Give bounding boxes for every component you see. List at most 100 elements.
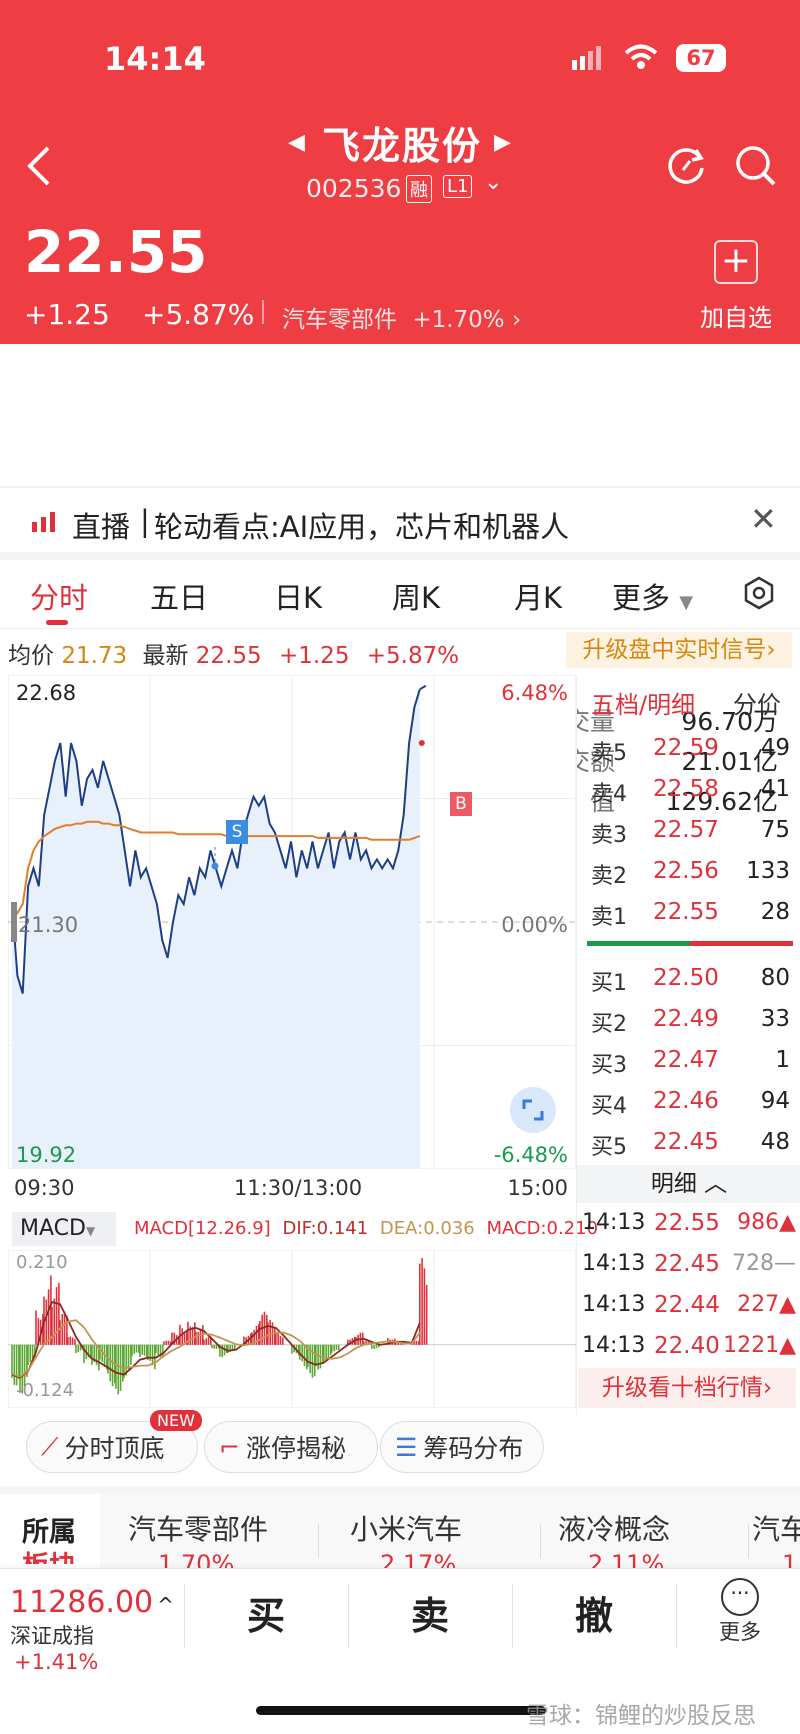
bid-price: 22.49 <box>653 1006 719 1032</box>
pct-base-label: 0.00% <box>501 913 568 937</box>
upgrade-signal-button[interactable]: 升级盘中实时信号› <box>566 632 792 668</box>
limit-up-icon: ⌐ <box>219 1432 240 1462</box>
cancel-order-button[interactable]: 撤 <box>544 1585 644 1640</box>
caret-down-icon: ▼ <box>679 592 694 613</box>
sector-item[interactable]: 小米汽车 2.17% <box>350 1508 462 1568</box>
ask-volume: 75 <box>760 817 790 843</box>
tool-intraday-top-bottom-label: 分时顶底 <box>64 1434 165 1463</box>
buy-button[interactable]: 买 <box>216 1585 316 1640</box>
more-label: 更多 <box>719 1620 761 1644</box>
battery-icon: 67 <box>676 44 726 72</box>
add-watchlist-button[interactable]: + <box>714 240 758 284</box>
search-icon[interactable] <box>734 144 778 192</box>
tool-chip-distribution[interactable]: ☰ 筹码分布 <box>380 1421 544 1473</box>
trade-row: 14:13 22.44 227▲ <box>582 1292 796 1328</box>
intraday-chart[interactable]: 22.68 21.30 19.92 6.48% 0.00% -6.48% S B <box>7 674 577 1170</box>
detail-label: 明细 <box>650 1171 697 1197</box>
bid-price: 22.46 <box>653 1088 719 1114</box>
trade-time: 14:13 <box>582 1292 646 1317</box>
macd-chart-svg <box>7 1249 577 1409</box>
macd-params: MACD[12.26.9] <box>134 1218 271 1239</box>
prev-stock-icon[interactable]: ◀ <box>288 130 305 155</box>
ask-price: 22.55 <box>653 899 719 925</box>
back-icon[interactable] <box>24 144 54 192</box>
trade-volume: 728— <box>732 1251 796 1276</box>
sector-item[interactable]: 汽车零部件 1.70% <box>128 1508 268 1568</box>
tab-more[interactable]: 更多 ▼ <box>612 575 693 617</box>
status-time: 14:14 <box>104 40 206 78</box>
bid-volume: 1 <box>775 1047 790 1073</box>
orderbook-tab[interactable]: 五档/明细 <box>591 685 695 720</box>
caret-down-icon: ▼ <box>85 1224 96 1238</box>
macd-top-label: 0.210 <box>16 1252 68 1273</box>
next-stock-icon[interactable]: ▶ <box>494 130 511 155</box>
stock-name: 飞龙股份 <box>322 124 483 168</box>
bid-volume: 33 <box>760 1006 790 1032</box>
pct-low-label: -6.48% <box>493 1143 568 1167</box>
refresh-icon[interactable] <box>666 144 708 190</box>
macd-dif: DIF:0.141 <box>282 1218 369 1239</box>
sell-point <box>211 862 219 870</box>
settings-icon[interactable] <box>742 576 776 614</box>
chevron-down-icon[interactable]: ⌄ <box>484 170 502 195</box>
sector-item[interactable]: 汽车 1 <box>752 1508 800 1568</box>
trade-price: 22.55 <box>654 1210 720 1236</box>
detail-header[interactable]: 明细 ︿ <box>577 1165 800 1203</box>
macd-chart[interactable]: 0.210 -0.124 <box>7 1249 577 1409</box>
sector-item[interactable]: 液冷概念 2.11% <box>558 1508 670 1568</box>
live-banner[interactable]: 直播 | 轮动看点:AI应用，芯片和机器人 ✕ <box>0 490 800 552</box>
time-mid: 11:30/13:00 <box>234 1176 363 1200</box>
ask-level: 卖1 <box>591 905 627 930</box>
price-dist-tab[interactable]: 分价 <box>733 685 781 720</box>
stock-code: 002536 <box>306 174 402 203</box>
macd-selector[interactable]: MACD▼ <box>12 1212 116 1246</box>
ask-level: 卖2 <box>591 864 627 889</box>
tool-chip-distribution-label: 筹码分布 <box>423 1434 524 1463</box>
ask-price: 22.56 <box>653 858 719 884</box>
buy-point <box>418 740 425 747</box>
change-pct: +5.87% <box>366 643 460 669</box>
buy-marker[interactable]: B <box>450 792 472 816</box>
sector-link[interactable]: 汽车零部件 +1.70% › <box>282 300 521 334</box>
sell-marker[interactable]: S <box>226 820 248 844</box>
more-icon: ··· <box>721 1578 759 1616</box>
price-high-label: 22.68 <box>16 681 77 705</box>
stats-panel: 今开21.72换手17.76%成交量96.70万最高22.68市盈30.80成交… <box>0 344 800 816</box>
tab-daily-k[interactable]: 日K <box>274 575 322 617</box>
time-axis: 09:30 11:30/13:00 15:00 <box>8 1176 576 1206</box>
upgrade-ten-level-button[interactable]: 升级看十档行情› <box>578 1368 796 1408</box>
ask-level: 卖3 <box>591 823 627 848</box>
sell-button[interactable]: 卖 <box>380 1585 480 1640</box>
sector-item-pct: 1.70% <box>158 1550 235 1568</box>
chevron-right-icon: › <box>511 307 522 333</box>
sector-name: 汽车零部件 <box>282 307 397 333</box>
index-ticker[interactable]: 11286.00 ^ 深证成指 +1.41% <box>10 1585 180 1674</box>
tab-five-day[interactable]: 五日 <box>150 575 208 617</box>
chevron-right-icon: › <box>766 637 776 663</box>
ask-volume: 133 <box>746 858 790 884</box>
tab-monthly-k[interactable]: 月K <box>514 575 562 617</box>
price-change-pct: +5.87% <box>142 298 255 331</box>
tab-weekly-k[interactable]: 周K <box>392 575 440 617</box>
tab-more-label: 更多 <box>612 581 671 615</box>
trade-volume: 227▲ <box>737 1292 796 1317</box>
tool-limit-up[interactable]: ⌐ 涨停揭秘 <box>204 1421 378 1473</box>
more-button[interactable]: ··· 更多 <box>710 1578 770 1646</box>
margin-badge: 融 <box>406 175 432 203</box>
trade-time: 14:13 <box>582 1333 646 1358</box>
close-icon[interactable]: ✕ <box>750 500 777 538</box>
bid-ask-ratio-bar <box>587 941 793 946</box>
distribution-icon: ☰ <box>395 1432 418 1462</box>
ask-volume: 28 <box>760 899 790 925</box>
ask-level: 卖5 <box>591 741 627 766</box>
trade-price: 22.45 <box>654 1251 720 1277</box>
tab-intraday[interactable]: 分时 <box>30 575 88 617</box>
sector-title: 所属 板块 <box>0 1494 100 1568</box>
watermark: 雪球：锦鲤的炒股反思 <box>526 1703 756 1729</box>
ask-price: 22.57 <box>653 817 719 843</box>
macd-legend: MACD[12.26.9] DIF:0.141 DEA:0.036 MACD:0… <box>134 1218 598 1239</box>
bid-level: 买2 <box>591 1012 627 1037</box>
fullscreen-icon[interactable] <box>510 1087 556 1133</box>
bid-level: 买3 <box>591 1053 627 1078</box>
index-pct: +1.41% <box>14 1650 99 1674</box>
